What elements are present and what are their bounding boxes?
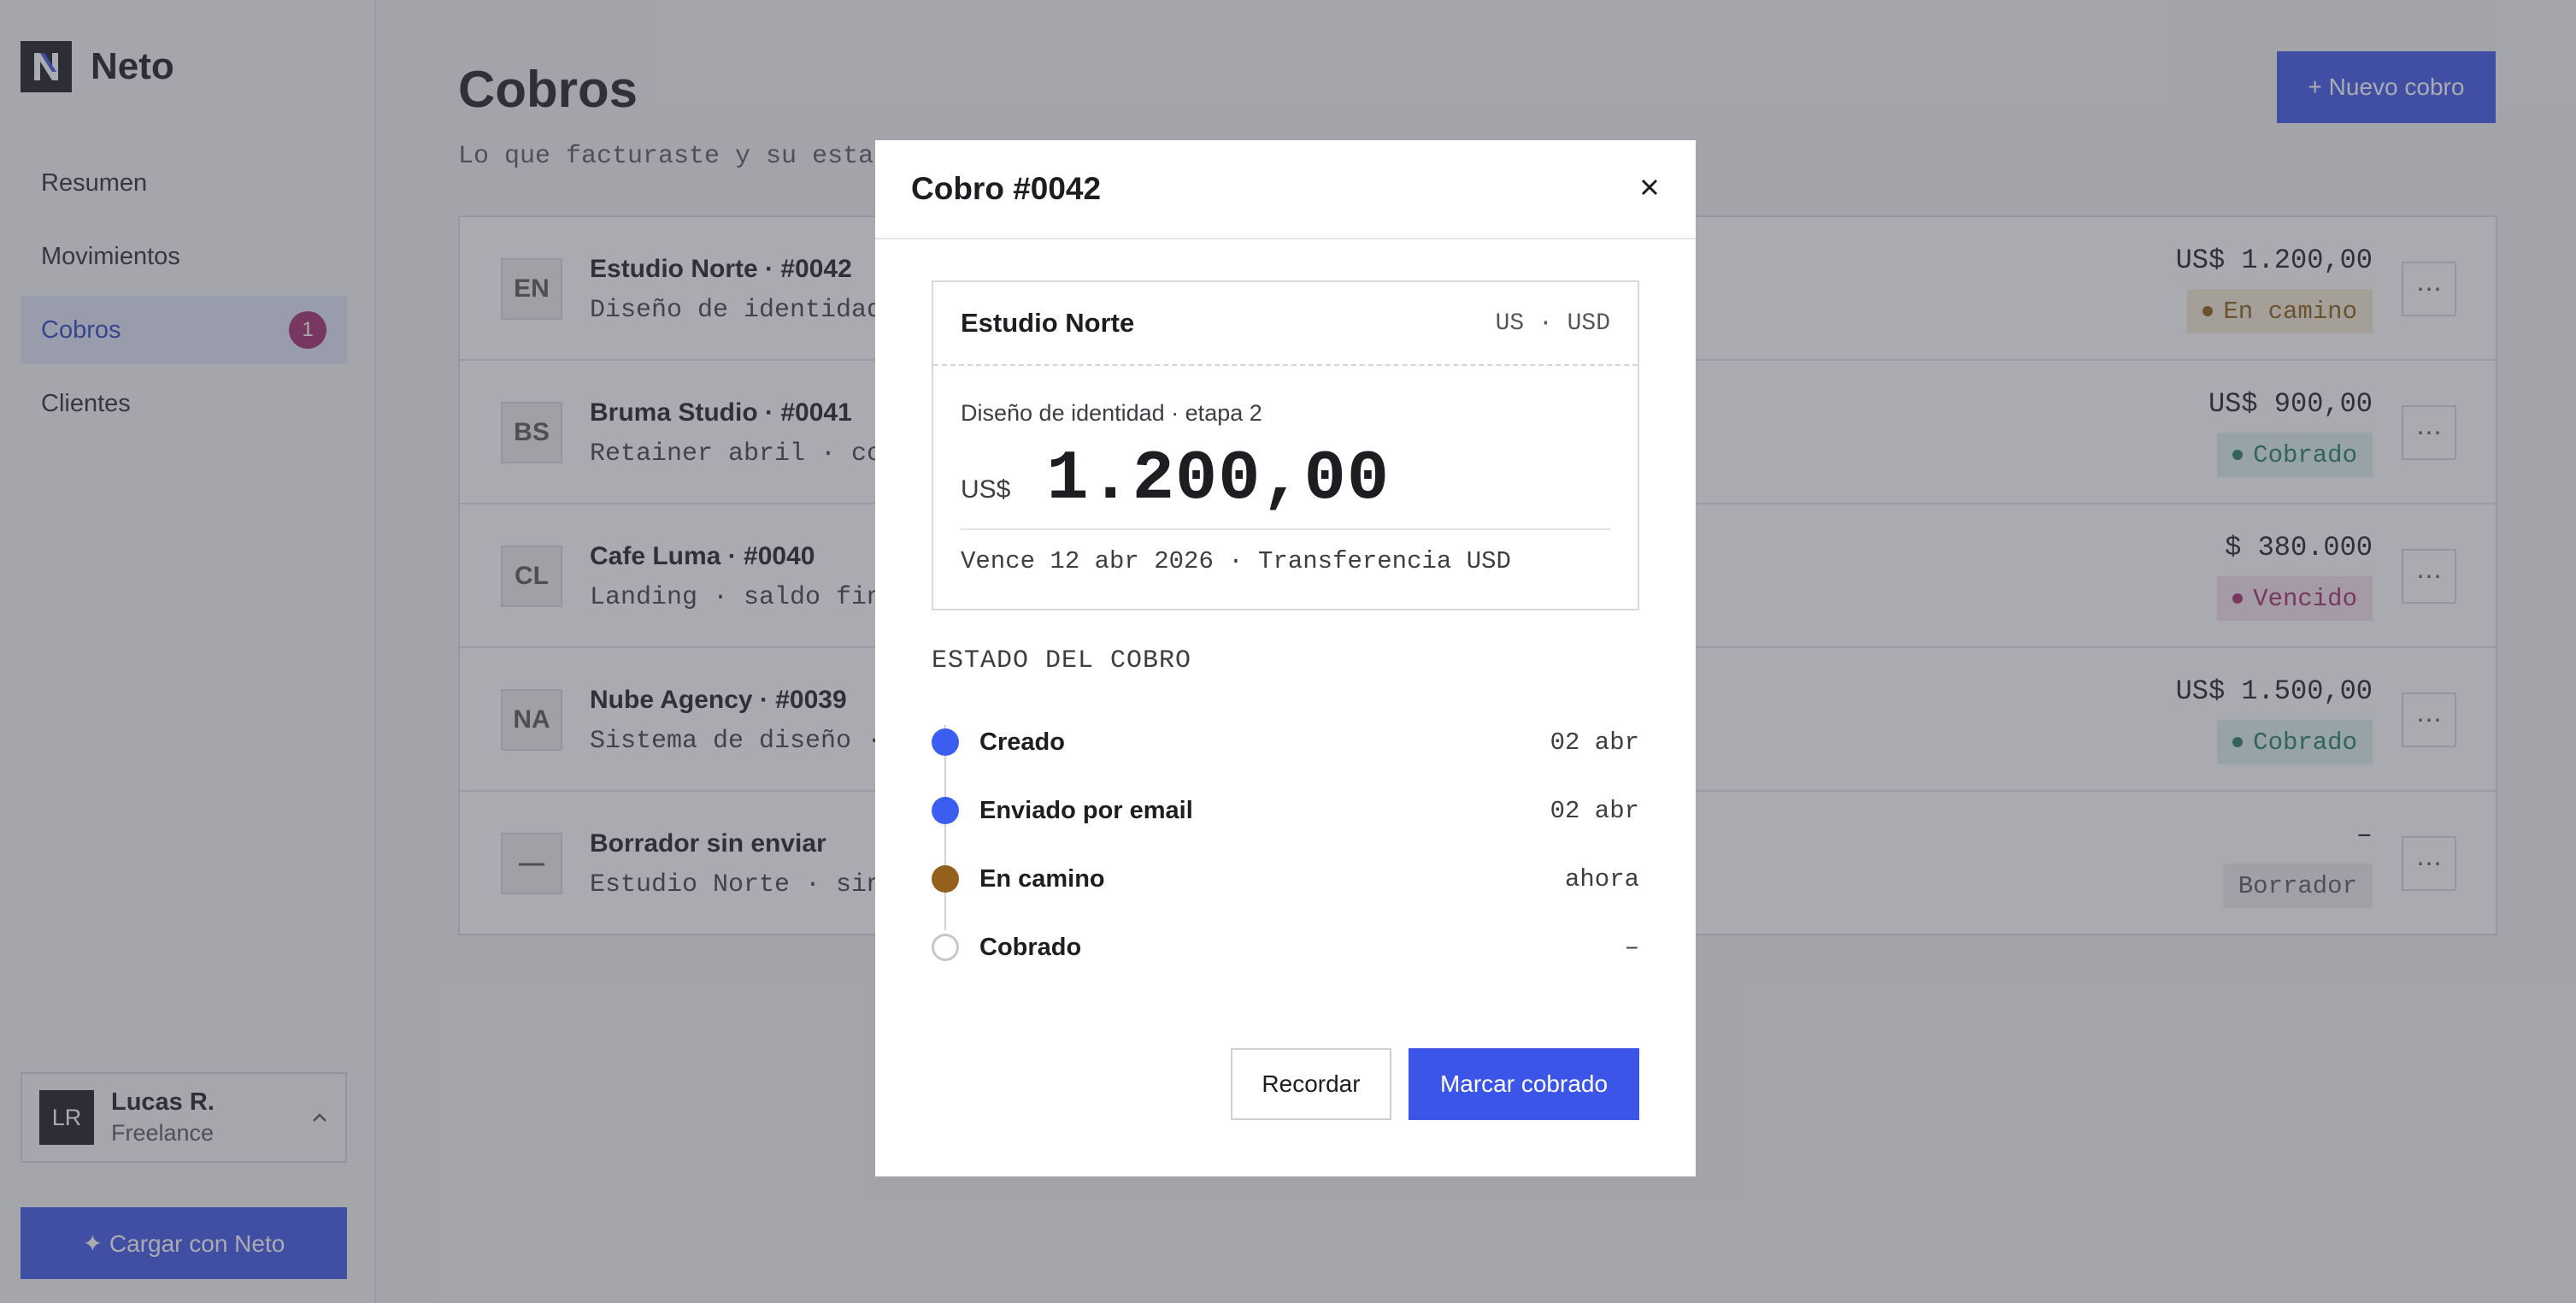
step-date: – <box>1624 933 1639 962</box>
invoice-card-header: Estudio Norte US · USD <box>933 282 1638 366</box>
modal-header: Cobro #0042 <box>875 140 1696 239</box>
step-date: ahora <box>1564 864 1639 893</box>
timeline-step-left: Enviado por email <box>932 797 1193 825</box>
timeline-step: En camino ahora <box>932 845 1639 913</box>
invoice-description: Diseño de identidad · etapa 2 <box>961 400 1262 426</box>
step-label: En camino <box>979 864 1105 893</box>
timeline-step-left: Creado <box>932 728 1065 757</box>
currency-tag: US · USD <box>1495 310 1610 337</box>
timeline-step: Enviado por email 02 abr <box>932 776 1639 845</box>
invoice-amount: US$ 1.200,00 <box>961 439 1390 519</box>
step-label: Creado <box>979 728 1065 756</box>
marcar-cobrado-button[interactable]: Marcar cobrado <box>1409 1048 1639 1120</box>
timeline-step-left: Cobrado <box>932 934 1081 962</box>
timeline-step: Cobrado – <box>932 913 1639 982</box>
currency-prefix: US$ <box>961 475 1011 504</box>
step-label: Cobrado <box>979 933 1082 961</box>
close-icon[interactable] <box>1638 171 1661 207</box>
step-label: Enviado por email <box>979 796 1193 824</box>
step-current-icon <box>932 865 959 893</box>
divider <box>961 528 1610 530</box>
timeline-step-left: En camino <box>932 865 1105 893</box>
invoice-card: Estudio Norte US · USD Diseño de identid… <box>932 280 1639 610</box>
step-date: 02 abr <box>1550 796 1639 825</box>
client-name: Estudio Norte <box>961 308 1135 338</box>
cobro-detail-modal: Cobro #0042 Estudio Norte US · USD Diseñ… <box>875 140 1696 1176</box>
timeline-step: Creado 02 abr <box>932 708 1639 776</box>
step-done-icon <box>932 728 959 756</box>
modal-actions: Recordar Marcar cobrado <box>1231 1048 1639 1120</box>
modal-title: Cobro #0042 <box>911 171 1102 206</box>
recordar-button[interactable]: Recordar <box>1231 1048 1391 1120</box>
timeline-title: ESTADO DEL COBRO <box>932 646 1192 675</box>
step-pending-icon <box>932 934 959 961</box>
status-timeline: Creado 02 abr Enviado por email 02 abr E… <box>932 708 1639 982</box>
step-date: 02 abr <box>1550 728 1639 757</box>
amount-value: 1.200,00 <box>1046 439 1391 519</box>
due-info: Vence 12 abr 2026 · Transferencia USD <box>961 547 1511 575</box>
step-done-icon <box>932 797 959 824</box>
